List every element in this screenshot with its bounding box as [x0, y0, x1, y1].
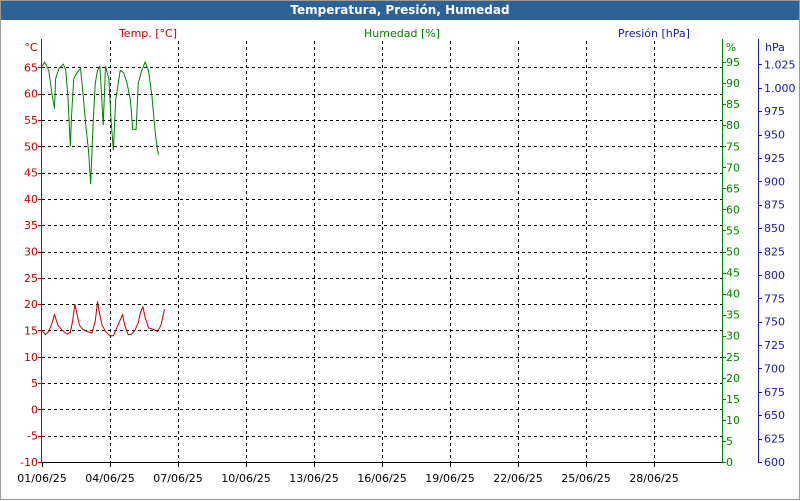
temperature-tick-label: -5 [27, 430, 38, 443]
pressure-unit-label: hPa [765, 41, 785, 54]
pressure-tick-label: 925 [764, 152, 785, 165]
humidity-tick-label: 80 [726, 119, 740, 132]
humidity-unit-label: % [726, 41, 736, 54]
humidity-tick-label: 5 [726, 435, 733, 448]
temperature-tick-label: 45 [24, 167, 38, 180]
humidity-tick-label: 85 [726, 98, 740, 111]
humidity-tick-label: 15 [726, 393, 740, 406]
humidity-tick-label: 10 [726, 414, 740, 427]
x-tick-label: 25/06/25 [561, 472, 610, 485]
pressure-tick-label: 825 [764, 246, 785, 259]
chart-window: Temperatura, Presión, Humedad °C% hPa Temp… [0, 0, 800, 500]
pressure-tick-label: 650 [764, 409, 785, 422]
temperature-tick-label: 65 [24, 61, 38, 74]
humidity-axis-title: Humedad [%] [364, 27, 440, 40]
pressure-tick-label: 625 [764, 433, 785, 446]
humidity-tick-label: 45 [726, 267, 740, 280]
pressure-tick-label: 1.025 [764, 58, 796, 71]
temperature-tick-label: 35 [24, 219, 38, 232]
pressure-axis-title: Presión [hPa] [618, 27, 690, 40]
humidity-tick-label: 90 [726, 77, 740, 90]
humidity-tick-label: 0 [726, 456, 733, 469]
pressure-tick-label: 950 [764, 129, 785, 142]
temperature-tick-label: -10 [20, 456, 38, 469]
temperature-tick-label: 55 [24, 114, 38, 127]
temperature-tick-label: 50 [24, 140, 38, 153]
x-tick-label: 28/06/25 [629, 472, 678, 485]
humidity-tick-label: 30 [726, 330, 740, 343]
x-tick-label: 10/06/25 [221, 472, 270, 485]
humidity-tick-label: 25 [726, 351, 740, 364]
pressure-tick-label: 1.000 [764, 82, 796, 95]
temperature-tick-label: 60 [24, 88, 38, 101]
temperature-tick-label: 10 [24, 351, 38, 364]
pressure-tick-label: 900 [764, 175, 785, 188]
pressure-tick-label: 725 [764, 339, 785, 352]
temperature-tick-label: 20 [24, 298, 38, 311]
x-tick-label: 22/06/25 [493, 472, 542, 485]
pressure-tick-label: 975 [764, 105, 785, 118]
temperature-tick-label: 30 [24, 246, 38, 259]
x-tick-label: 19/06/25 [425, 472, 474, 485]
grid [42, 41, 722, 462]
x-tick-label: 16/06/25 [357, 472, 406, 485]
temperature-tick-label: 0 [31, 403, 38, 416]
humidity-tick-label: 35 [726, 309, 740, 322]
humidity-tick-label: 75 [726, 140, 740, 153]
humidity-tick-label: 70 [726, 161, 740, 174]
pressure-tick-label: 700 [764, 362, 785, 375]
pressure-tick-label: 800 [764, 269, 785, 282]
temperature-tick-label: 5 [31, 377, 38, 390]
pressure-tick-label: 675 [764, 386, 785, 399]
x-tick-label: 07/06/25 [153, 472, 202, 485]
x-tick-label: 13/06/25 [289, 472, 338, 485]
pressure-tick-label: 750 [764, 316, 785, 329]
humidity-tick-label: 60 [726, 203, 740, 216]
x-tick-label: 01/06/25 [17, 472, 66, 485]
pressure-tick-label: 875 [764, 199, 785, 212]
pressure-tick-label: 850 [764, 222, 785, 235]
temperature-axis-title: Temp. [°C] [118, 27, 177, 40]
chart-plot: °C% hPa Temp. [°C] Humedad [%] Presión [hPa]… [17, 27, 796, 485]
humidity-tick-label: 40 [726, 288, 740, 301]
humidity-tick-label: 50 [726, 246, 740, 259]
temperature-tick-label: 40 [24, 193, 38, 206]
temperature-unit-label: °C [24, 41, 38, 54]
humidity-tick-label: 65 [726, 182, 740, 195]
temperature-tick-label: 15 [24, 324, 38, 337]
humidity-tick-label: 20 [726, 372, 740, 385]
humidity-tick-label: 95 [726, 56, 740, 69]
x-tick-label: 04/06/25 [85, 472, 134, 485]
humidity-series-line [41, 60, 160, 185]
temperature-tick-label: 25 [24, 272, 38, 285]
pressure-tick-label: 600 [764, 456, 785, 469]
humidity-tick-label: 55 [726, 224, 740, 237]
pressure-tick-label: 775 [764, 292, 785, 305]
